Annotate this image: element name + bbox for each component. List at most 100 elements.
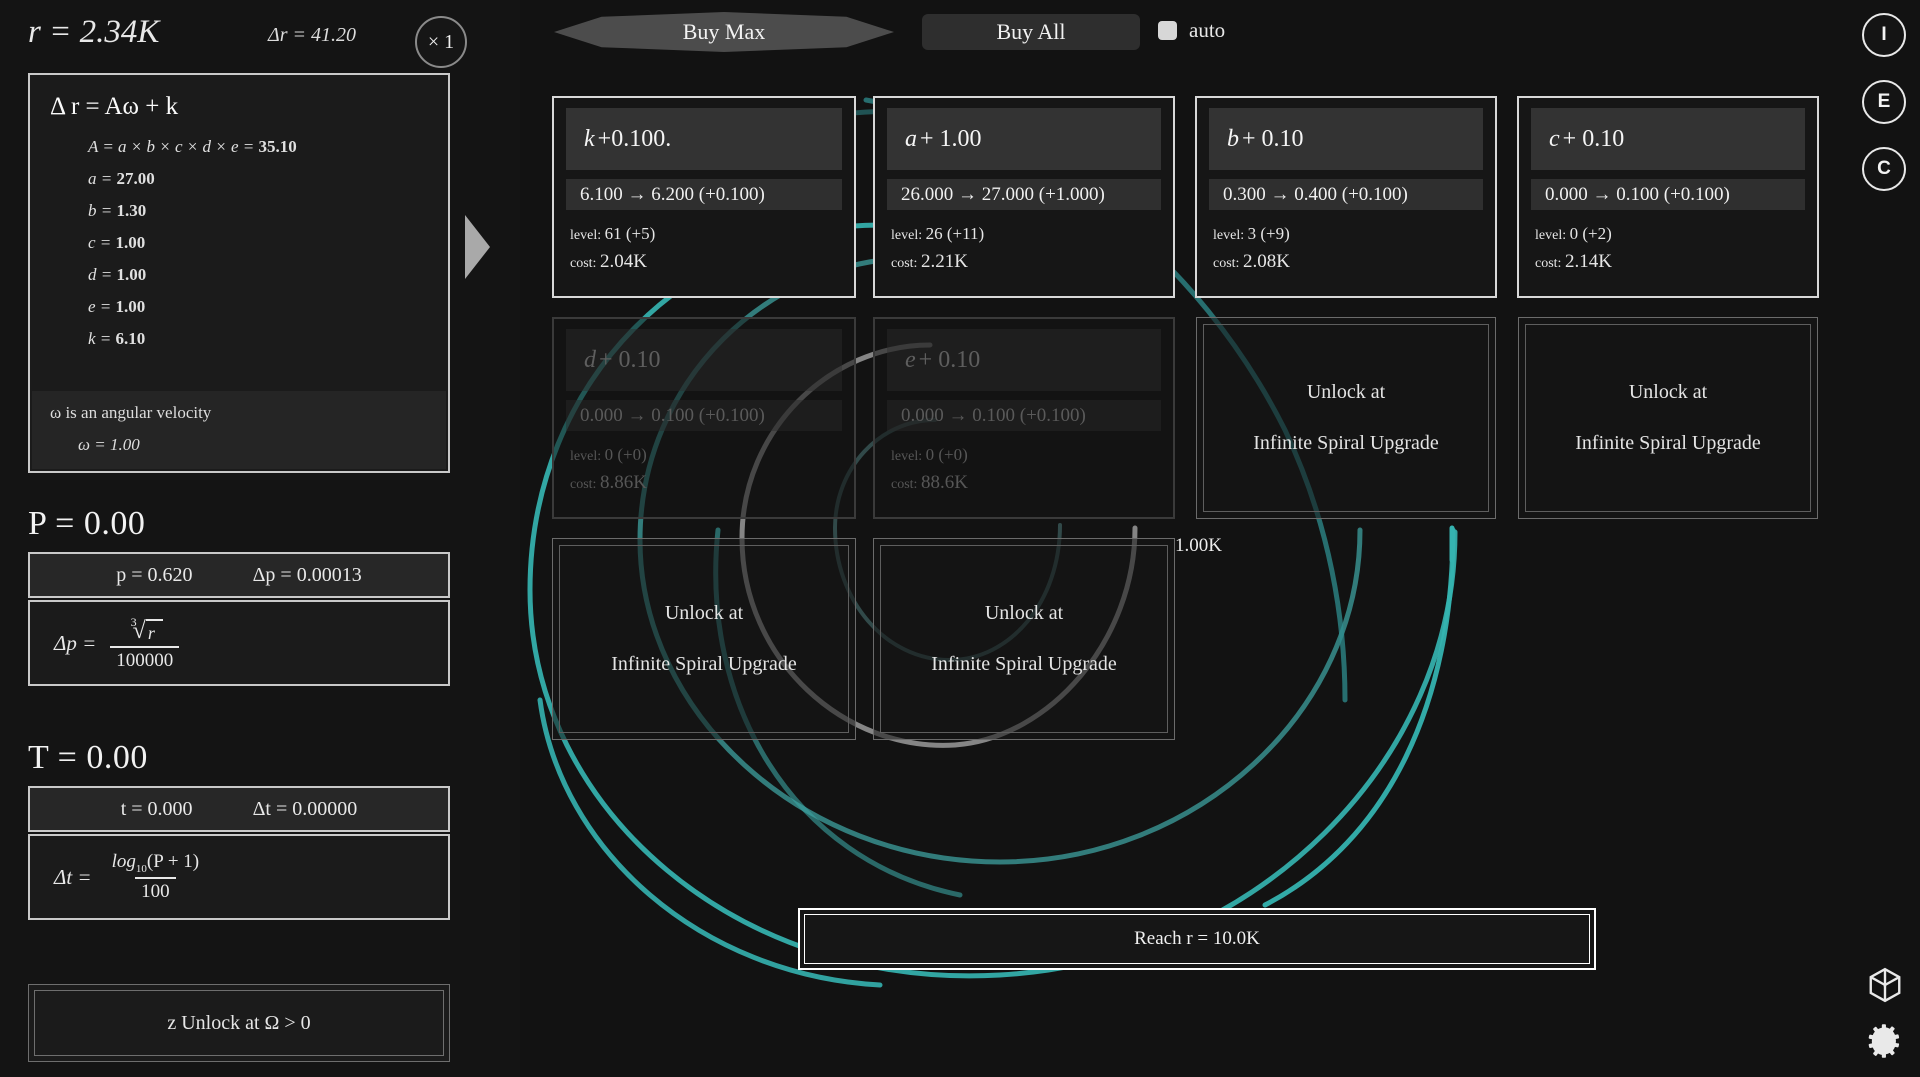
card-d-cost-label: cost: (570, 477, 600, 492)
unlock-box-3-line1: Unlock at (665, 602, 743, 625)
t-formula-numerator: log10(P + 1) (106, 851, 206, 877)
card-c-cost-label: cost: (1535, 256, 1565, 271)
card-a-progress: 26.000 → 27.000 (+1.000) (887, 179, 1161, 210)
card-d-cost-row: cost: 8.86K (570, 468, 842, 497)
buy-all-button[interactable]: Buy All (922, 14, 1140, 50)
card-a-cost-label: cost: (891, 256, 921, 271)
card-k-progress: 6.100 → 6.200 (+0.100) (566, 179, 842, 210)
card-c-title: c + 0.10 (1531, 108, 1805, 170)
card-b-level-row: level: 3 (+9) (1213, 221, 1483, 247)
unlock-box-4: Unlock at Infinite Spiral Upgrade (873, 538, 1175, 740)
card-k-level-label: level: (570, 228, 605, 243)
upgrade-card-d[interactable]: d + 0.10 0.000 → 0.100 (+0.100) level: 0… (552, 317, 856, 519)
var-a-value: 27.00 (116, 169, 154, 188)
card-b-cost-label: cost: (1213, 256, 1243, 271)
var-line-k: k = 6.10 (88, 329, 428, 349)
card-c-level-row: level: 0 (+2) (1535, 221, 1805, 247)
card-k-meta: level: 61 (+5) cost: 2.04K (566, 221, 842, 277)
card-d-level-label: level: (570, 449, 605, 464)
card-d-symbol: d (584, 347, 596, 374)
right-icon-rail: I E C (1850, 0, 1920, 1077)
r-formula-panel: Δ r = Aω + k A = a × b × c × d × e = 35.… (28, 73, 450, 473)
unlock-box-3-inner: Unlock at Infinite Spiral Upgrade (559, 545, 849, 733)
var-k-value: 6.10 (116, 329, 146, 348)
card-c-cost-row: cost: 2.14K (1535, 247, 1805, 276)
card-c-amount: + 0.10 (1563, 126, 1625, 153)
card-e-level-value: 0 (+0) (926, 445, 968, 464)
t-header: T = 0.00 (28, 739, 148, 777)
exponent-icon-letter: E (1878, 91, 1891, 113)
card-b-symbol: b (1227, 126, 1239, 153)
p-delta-value: Δp = 0.00013 (253, 564, 362, 587)
card-c-symbol: c (1549, 126, 1560, 153)
card-k-level-value: 61 (+5) (605, 224, 656, 243)
card-b-cost-row: cost: 2.08K (1213, 247, 1483, 276)
spiral-radius-label: 1.00K (1175, 535, 1222, 557)
omega-value: ω = 1.00 (78, 435, 428, 455)
var-A-value: 35.10 (259, 137, 297, 156)
p-values-row: p = 0.620 Δp = 0.00013 (28, 552, 450, 598)
panel-expand-arrow-icon[interactable] (465, 215, 490, 279)
card-b-cost-value: 2.08K (1243, 251, 1290, 272)
card-c-cost-value: 2.14K (1565, 251, 1612, 272)
card-k-cost-value: 2.04K (600, 251, 647, 272)
var-line-b: b = 1.30 (88, 201, 428, 221)
card-a-level-label: level: (891, 228, 926, 243)
card-b-level-label: level: (1213, 228, 1248, 243)
p-formula-numerator: 3 √ r (121, 614, 169, 646)
card-d-title: d + 0.10 (566, 329, 842, 391)
t-delta-value: Δt = 0.00000 (253, 798, 358, 821)
p-formula-lhs: Δp = (54, 631, 96, 656)
card-d-level-value: 0 (+0) (605, 445, 647, 464)
challenge-icon[interactable]: C (1862, 147, 1906, 191)
card-c-progress: 0.000 → 0.100 (+0.100) (1531, 179, 1805, 210)
p-header: P = 0.00 (28, 505, 145, 543)
var-d-expr: d = (88, 265, 116, 284)
card-e-title: e + 0.10 (887, 329, 1161, 391)
card-e-meta: level: 0 (+0) cost: 88.6K (887, 442, 1161, 498)
t-values-row: t = 0.000 Δt = 0.00000 (28, 786, 450, 832)
card-k-amount: +0.100. (598, 126, 672, 153)
var-line-d: d = 1.00 (88, 265, 428, 285)
exponent-icon[interactable]: E (1862, 80, 1906, 124)
app-root: r = 2.34K Δr = 41.20 × 1 Δ r = Aω + k A … (0, 0, 1920, 1077)
var-b-value: 1.30 (116, 201, 146, 220)
card-a-cost-value: 2.21K (921, 251, 968, 272)
upgrade-card-c[interactable]: c + 0.10 0.000 → 0.100 (+0.100) level: 0… (1517, 96, 1819, 298)
upgrade-card-e[interactable]: e + 0.10 0.000 → 0.100 (+0.100) level: 0… (873, 317, 1175, 519)
card-k-title: k+0.100. (566, 108, 842, 170)
goal-label: Reach r = 10.0K (804, 914, 1590, 964)
card-k-cost-row: cost: 2.04K (570, 247, 842, 276)
var-e-value: 1.00 (116, 297, 146, 316)
card-d-level-row: level: 0 (+0) (570, 442, 842, 468)
cube-icon[interactable] (1866, 966, 1904, 1004)
unlock-box-1-line2: Infinite Spiral Upgrade (1253, 432, 1439, 455)
goal-bar[interactable]: Reach r = 10.0K (798, 908, 1596, 970)
card-e-level-label: level: (891, 449, 926, 464)
unlock-box-2-line2: Infinite Spiral Upgrade (1575, 432, 1761, 455)
info-icon[interactable]: I (1862, 13, 1906, 57)
upgrade-card-k[interactable]: k+0.100. 6.100 → 6.200 (+0.100) level: 6… (552, 96, 856, 298)
var-line-A: A = a × b × c × d × e = 35.10 (88, 137, 428, 157)
info-icon-letter: I (1881, 24, 1886, 46)
auto-buy-control: auto (1158, 18, 1225, 43)
card-e-level-row: level: 0 (+0) (891, 442, 1161, 468)
card-d-cost-value: 8.86K (600, 472, 647, 493)
buy-max-button[interactable]: Buy Max (554, 12, 894, 52)
upgrade-card-b[interactable]: b + 0.10 0.300 → 0.400 (+0.100) level: 3… (1195, 96, 1497, 298)
cube-root-icon: 3 √ r (127, 619, 163, 644)
card-b-meta: level: 3 (+9) cost: 2.08K (1209, 221, 1483, 277)
upgrade-card-a[interactable]: a + 1.00 26.000 → 27.000 (+1.000) level:… (873, 96, 1175, 298)
omega-subpanel: ω is an angular velocity ω = 1.00 (32, 391, 446, 469)
card-e-amount: + 0.10 (919, 347, 981, 374)
unlock-box-1: Unlock at Infinite Spiral Upgrade (1196, 317, 1496, 519)
auto-checkbox[interactable] (1158, 21, 1177, 40)
buy-all-label: Buy All (996, 19, 1065, 45)
unlock-box-4-inner: Unlock at Infinite Spiral Upgrade (880, 545, 1168, 733)
card-d-progress: 0.000 → 0.100 (+0.100) (566, 400, 842, 431)
gear-icon[interactable] (1866, 1022, 1904, 1060)
card-c-level-label: level: (1535, 228, 1570, 243)
p-formula-panel: Δp = 3 √ r 100000 (28, 600, 450, 686)
card-e-progress: 0.000 → 0.100 (+0.100) (887, 400, 1161, 431)
var-k-expr: k = (88, 329, 116, 348)
